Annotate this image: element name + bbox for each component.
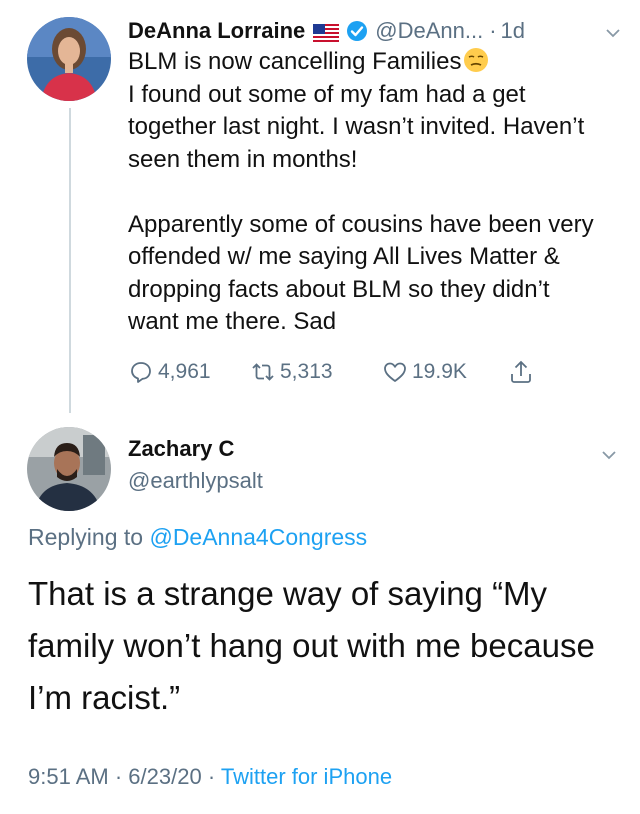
share-icon xyxy=(511,360,531,383)
like-count: 19.9K xyxy=(412,360,467,383)
us-flag-icon xyxy=(313,22,340,42)
thread-connector-line xyxy=(69,108,71,413)
retweet-icon xyxy=(252,363,274,381)
tweet2-text: That is a strange way of saying “My fami… xyxy=(28,575,595,716)
tweet1-time[interactable]: 1d xyxy=(501,18,525,44)
verified-badge-icon xyxy=(346,20,368,42)
retweet-button[interactable]: 5,313 xyxy=(250,359,382,385)
reply-count: 4,961 xyxy=(158,360,211,383)
reply-icon xyxy=(131,362,151,383)
tweet1-author-name[interactable]: DeAnna Lorraine xyxy=(128,18,305,44)
tweet1-header: DeAnna Lorraine @DeAnn... · 1d xyxy=(128,14,622,48)
tweet1-handle[interactable]: @DeAnn... xyxy=(375,18,483,44)
share-button[interactable] xyxy=(508,359,538,385)
replying-prefix: Replying to xyxy=(28,524,144,550)
tweet2-handle[interactable]: @earthlypsalt xyxy=(128,468,263,494)
replying-to-line: Replying to @DeAnna4Congress xyxy=(28,524,367,551)
replying-mention-link[interactable]: @DeAnna4Congress xyxy=(149,524,367,550)
meta-separator: · xyxy=(114,764,123,789)
reply-button[interactable]: 4,961 xyxy=(128,359,250,385)
heart-icon xyxy=(384,362,406,382)
tweet1-actions: 4,961 5,313 19.9K xyxy=(128,355,538,389)
zachary-avatar[interactable] xyxy=(27,427,111,511)
like-button[interactable]: 19.9K xyxy=(382,359,508,385)
retweet-count: 5,313 xyxy=(280,360,333,383)
chevron-down-icon[interactable] xyxy=(604,22,622,40)
tweet2-source-link[interactable]: Twitter for iPhone xyxy=(221,764,392,789)
tweet2-time[interactable]: 9:51 AM xyxy=(28,764,109,789)
deanna-avatar[interactable] xyxy=(27,17,111,101)
tweet1-first-line: BLM is now cancelling Families xyxy=(128,48,462,75)
tweet2-date[interactable]: 6/23/20 xyxy=(128,764,201,789)
tweet2-meta: 9:51 AM · 6/23/20 · Twitter for iPhone xyxy=(28,764,392,790)
tweet1-separator: · xyxy=(489,18,497,43)
chevron-down-icon[interactable] xyxy=(600,446,618,464)
meta-separator: · xyxy=(207,764,216,789)
tweet1-text: BLM is now cancelling Families I found o… xyxy=(128,46,598,339)
unamused-face-emoji xyxy=(463,47,489,73)
tweet1-body-rest: I found out some of my fam had a get tog… xyxy=(128,80,594,336)
tweet2-author-name[interactable]: Zachary C xyxy=(128,436,234,462)
